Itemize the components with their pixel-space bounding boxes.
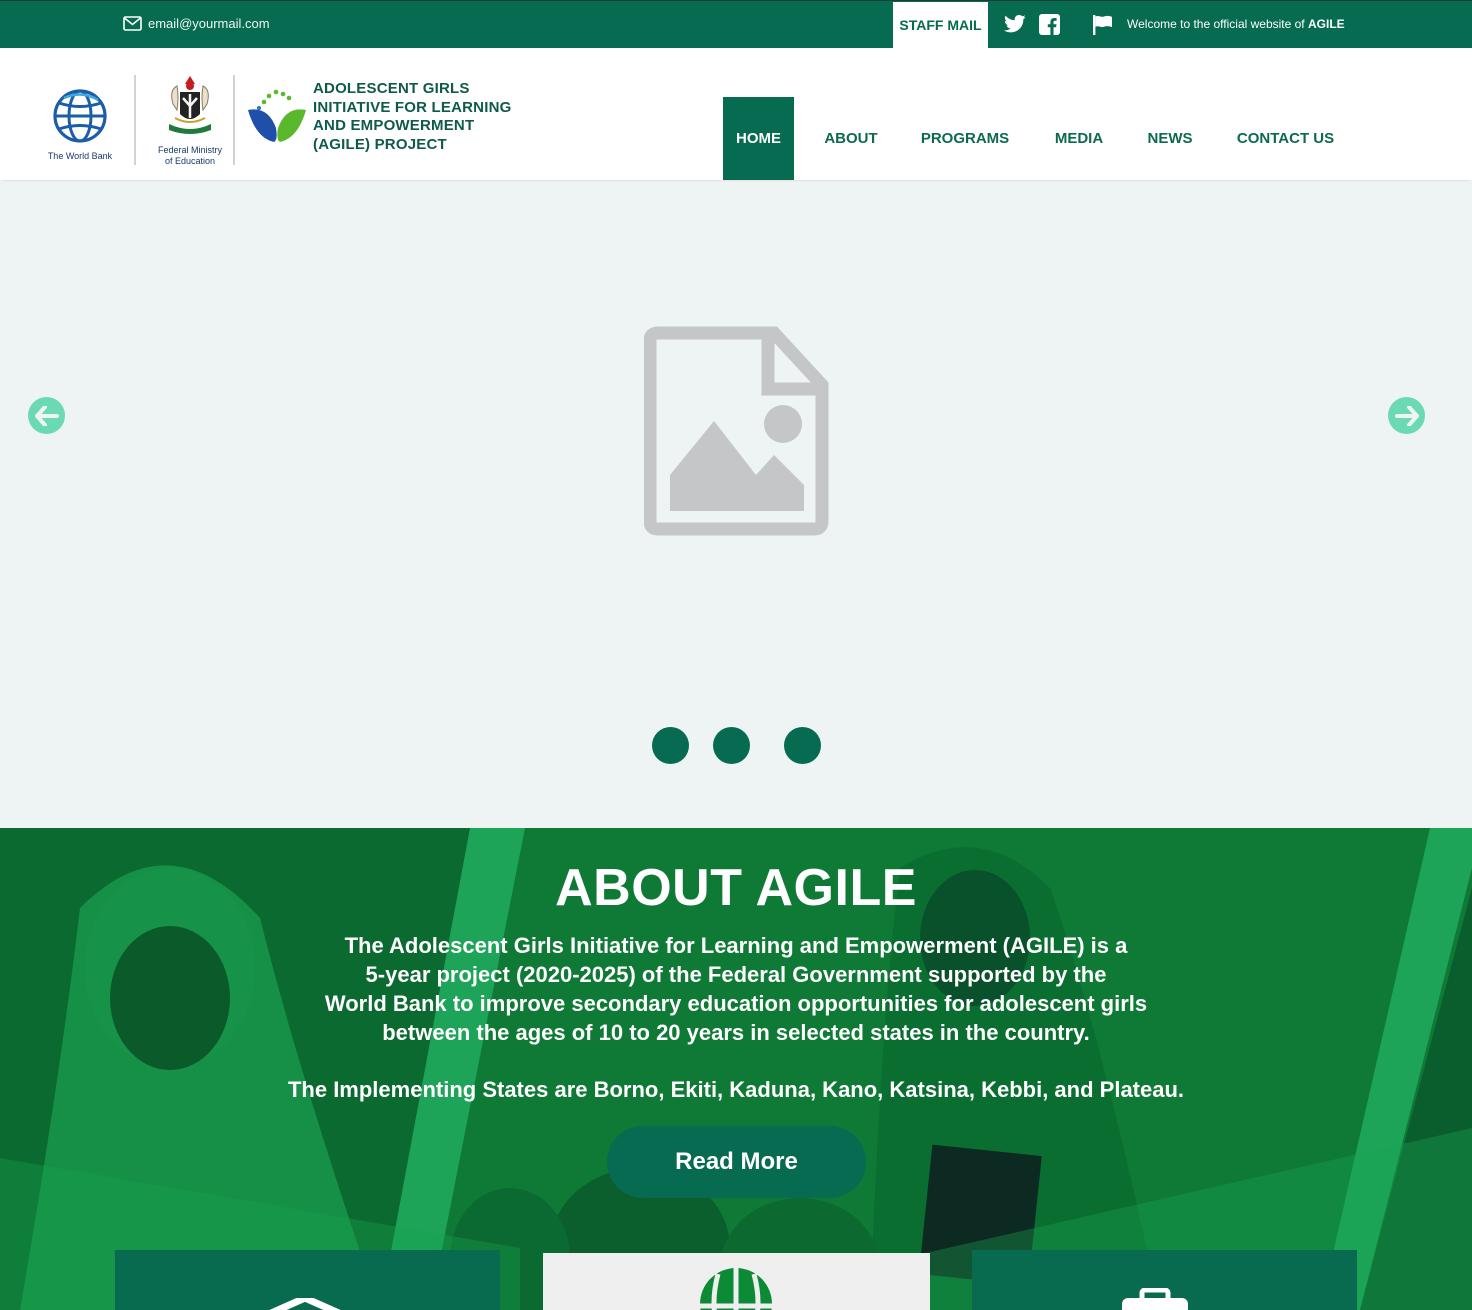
agile-title-line: INITIATIVE FOR LEARNING xyxy=(313,98,512,116)
welcome-message: Welcome to the official website of AGILE xyxy=(1127,17,1345,31)
world-bank-logo[interactable]: The World Bank xyxy=(40,88,120,161)
site-header: The World Bank Federal Ministry of Educa… xyxy=(0,48,1472,180)
slider-dot-1[interactable] xyxy=(652,727,689,764)
about-title: ABOUT AGILE xyxy=(555,859,917,917)
fme-label-line2: of Education xyxy=(164,156,216,166)
nav-media[interactable]: MEDIA xyxy=(1046,97,1112,180)
facebook-icon[interactable] xyxy=(1039,14,1060,35)
slider-prev-button[interactable] xyxy=(28,397,65,434)
globe-icon xyxy=(53,89,107,143)
nav-contact-us[interactable]: CONTACT US xyxy=(1228,97,1343,180)
coat-of-arms-icon xyxy=(169,76,211,134)
mail-icon xyxy=(123,16,142,31)
nav-news[interactable]: NEWS xyxy=(1139,97,1201,180)
federal-ministry-logo[interactable]: Federal Ministry of Education xyxy=(146,74,234,167)
slider-next-button[interactable] xyxy=(1388,397,1425,434)
agile-title-line: AND EMPOWERMENT xyxy=(313,117,475,134)
top-bar: email@yourmail.com STAFF MAIL Welcome to… xyxy=(0,0,1472,48)
about-description: The Adolescent Girls Initiative for Lear… xyxy=(286,931,1186,1047)
email-link[interactable]: email@yourmail.com xyxy=(123,16,270,31)
flag-icon xyxy=(1093,15,1112,35)
feature-card-3[interactable] xyxy=(972,1250,1357,1310)
fme-label-line1: Federal Ministry xyxy=(157,145,222,155)
nav-programs[interactable]: PROGRAMS xyxy=(912,97,1018,180)
agile-leaf-logo-icon xyxy=(248,89,306,142)
arrow-left-icon xyxy=(34,405,59,426)
about-line: World Bank to improve secondary educatio… xyxy=(324,991,1148,1016)
welcome-text: Welcome to the official website of xyxy=(1127,17,1308,31)
agile-title-line: ADOLESCENT GIRLS xyxy=(313,80,470,97)
slider-dot-2[interactable] xyxy=(713,727,750,764)
world-bank-label: The World Bank xyxy=(47,151,113,161)
staff-mail-button[interactable]: STAFF MAIL xyxy=(893,2,988,48)
about-line: The Adolescent Girls Initiative for Lear… xyxy=(344,933,1128,958)
graduation-cap-icon xyxy=(269,1298,341,1310)
implementing-states: The Implementing States are Borno, Ekiti… xyxy=(287,1077,1185,1102)
about-line: 5-year project (2020-2025) of the Federa… xyxy=(365,962,1107,987)
arrow-right-icon xyxy=(1394,405,1419,426)
feature-card-2[interactable] xyxy=(543,1253,930,1310)
logo-divider xyxy=(134,75,136,165)
email-text: email@yourmail.com xyxy=(148,16,270,31)
agile-title-line: (AGILE) PROJECT xyxy=(313,135,447,153)
clipboard-icon xyxy=(1122,1288,1188,1310)
nav-home[interactable]: HOME xyxy=(723,97,794,180)
twitter-icon[interactable] xyxy=(1004,14,1026,34)
logo-divider xyxy=(233,75,235,165)
image-placeholder-icon xyxy=(644,326,829,536)
slider-dot-3[interactable] xyxy=(784,727,821,764)
about-line: between the ages of 10 to 20 years in se… xyxy=(382,1020,1090,1045)
globe-icon xyxy=(700,1268,772,1310)
hero-slider xyxy=(0,182,1472,828)
nav-about[interactable]: ABOUT xyxy=(816,97,886,180)
read-more-button[interactable]: Read More xyxy=(607,1126,866,1198)
about-section: ABOUT AGILE The Adolescent Girls Initiat… xyxy=(0,828,1472,1310)
feature-card-1[interactable] xyxy=(115,1250,500,1310)
welcome-brand: AGILE xyxy=(1307,17,1345,31)
agile-project-title[interactable]: ADOLESCENT GIRLS INITIATIVE FOR LEARNING… xyxy=(313,80,543,154)
